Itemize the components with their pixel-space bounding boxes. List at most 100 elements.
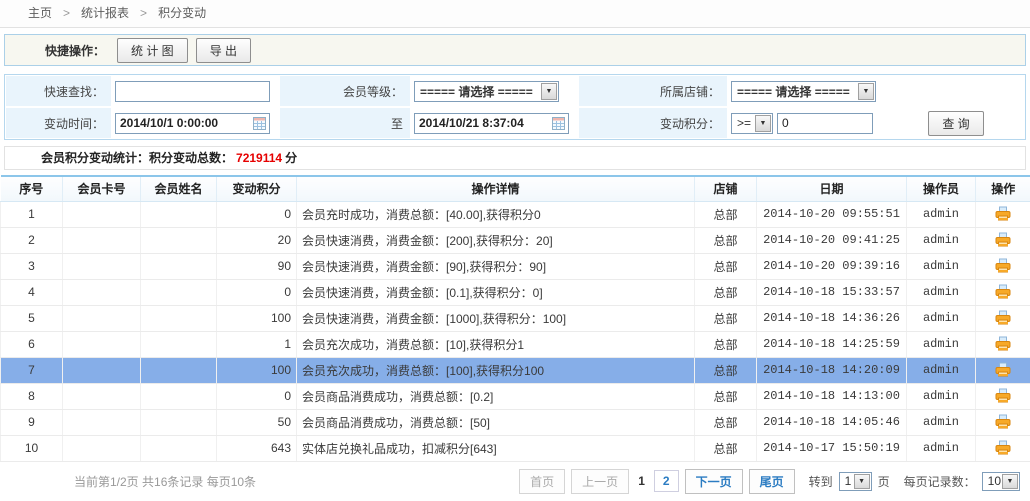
table-row[interactable]: 10643实体店兑换礼品成功，扣减积分[643]总部2014-10-17 15:… — [1, 435, 1030, 461]
cell-operator: admin — [907, 305, 976, 331]
cell-store: 总部 — [695, 227, 757, 253]
cell-member-name — [141, 383, 217, 409]
cell-store: 总部 — [695, 331, 757, 357]
breadcrumb-current: 积分变动 — [158, 6, 206, 20]
print-icon[interactable] — [995, 206, 1011, 222]
header-index: 序号 — [1, 176, 63, 201]
cell-member-card — [63, 201, 141, 227]
calendar-icon[interactable] — [552, 117, 565, 130]
print-icon[interactable] — [995, 362, 1011, 378]
cell-operator: admin — [907, 383, 976, 409]
header-points-change: 变动积分 — [217, 176, 297, 201]
points-value-input[interactable] — [777, 113, 873, 134]
table-row[interactable]: 7100会员充次成功，消费总额：[100],获得积分100总部2014-10-1… — [1, 357, 1030, 383]
cell-operation-detail: 会员充时成功，消费总额：[40.00],获得积分0 — [297, 201, 695, 227]
cell-member-card — [63, 305, 141, 331]
last-page-button[interactable]: 尾页 — [749, 469, 795, 494]
table-row[interactable]: 390会员快速消费，消费金额：[90],获得积分：90]总部2014-10-20… — [1, 253, 1030, 279]
cell-operator: admin — [907, 227, 976, 253]
member-level-label: 会员等级： — [280, 76, 410, 106]
chevron-down-icon: ▼ — [858, 83, 874, 100]
calendar-icon[interactable] — [253, 117, 266, 130]
cell-date: 2014-10-20 09:41:25 — [757, 227, 907, 253]
member-level-select[interactable]: ===== 请选择 ===== ▼ — [414, 81, 559, 102]
table-row[interactable]: 10会员充时成功，消费总额：[40.00],获得积分0总部2014-10-20 … — [1, 201, 1030, 227]
table-row[interactable]: 40会员快速消费，消费金额：[0.1],获得积分：0]总部2014-10-18 … — [1, 279, 1030, 305]
print-icon[interactable] — [995, 258, 1011, 274]
header-date: 日期 — [757, 176, 907, 201]
time-from-input[interactable] — [115, 113, 270, 134]
cell-date: 2014-10-20 09:39:16 — [757, 253, 907, 279]
cell-points-change: 0 — [217, 279, 297, 305]
cell-member-name — [141, 201, 217, 227]
points-change-label: 变动积分： — [579, 108, 727, 138]
table-row[interactable]: 220会员快速消费，消费金额：[200],获得积分：20]总部2014-10-2… — [1, 227, 1030, 253]
cell-operator: admin — [907, 279, 976, 305]
cell-date: 2014-10-18 14:20:09 — [757, 357, 907, 383]
time-to-label: 至 — [280, 108, 410, 138]
print-icon[interactable] — [995, 336, 1011, 352]
cell-store: 总部 — [695, 383, 757, 409]
points-operator-select[interactable]: >= ▼ — [731, 113, 773, 134]
store-select[interactable]: ===== 请选择 ===== ▼ — [731, 81, 876, 102]
cell-date: 2014-10-20 09:55:51 — [757, 201, 907, 227]
print-icon[interactable] — [995, 440, 1011, 456]
prev-page-button[interactable]: 上一页 — [571, 469, 629, 494]
header-store: 店铺 — [695, 176, 757, 201]
cell-member-card — [63, 253, 141, 279]
cell-operator: admin — [907, 357, 976, 383]
goto-page-value: 1 — [845, 474, 852, 488]
cell-index: 4 — [1, 279, 63, 305]
print-icon[interactable] — [995, 232, 1011, 248]
print-icon[interactable] — [995, 388, 1011, 404]
time-to-input[interactable] — [414, 113, 569, 134]
cell-operation-detail: 会员快速消费，消费金额：[200],获得积分：20] — [297, 227, 695, 253]
cell-member-card — [63, 357, 141, 383]
print-icon[interactable] — [995, 414, 1011, 430]
print-icon[interactable] — [995, 310, 1011, 326]
page-size-label: 每页记录数： — [904, 473, 976, 490]
cell-member-card — [63, 435, 141, 461]
breadcrumb-reports[interactable]: 统计报表 — [81, 6, 129, 20]
cell-member-card — [63, 409, 141, 435]
page-size-value: 10 — [988, 474, 1001, 488]
cell-date: 2014-10-18 14:13:00 — [757, 383, 907, 409]
page-size-select[interactable]: 10 ▼ — [982, 472, 1020, 491]
quick-search-input[interactable] — [115, 81, 270, 102]
next-page-button[interactable]: 下一页 — [685, 469, 743, 494]
cell-points-change: 1 — [217, 331, 297, 357]
export-button[interactable]: 导 出 — [196, 38, 251, 63]
table-body: 10会员充时成功，消费总额：[40.00],获得积分0总部2014-10-20 … — [1, 201, 1030, 461]
time-range-label: 变动时间： — [6, 108, 111, 138]
page-number-2[interactable]: 2 — [654, 470, 679, 492]
cell-action — [976, 279, 1030, 305]
goto-suffix: 页 — [878, 473, 890, 490]
table-header-row: 序号 会员卡号 会员姓名 变动积分 操作详情 店铺 日期 操作员 操作 — [1, 176, 1030, 201]
search-button[interactable]: 查 询 — [928, 111, 983, 136]
table-row[interactable]: 950会员商品消费成功，消费总额：[50]总部2014-10-18 14:05:… — [1, 409, 1030, 435]
cell-index: 9 — [1, 409, 63, 435]
print-icon[interactable] — [995, 284, 1011, 300]
cell-points-change: 90 — [217, 253, 297, 279]
cell-member-card — [63, 383, 141, 409]
breadcrumb-home[interactable]: 主页 — [28, 6, 52, 20]
table-row[interactable]: 5100会员快速消费，消费金额：[1000],获得积分：100]总部2014-1… — [1, 305, 1030, 331]
cell-store: 总部 — [695, 435, 757, 461]
table-row[interactable]: 61会员充次成功，消费总额：[10],获得积分1总部2014-10-18 14:… — [1, 331, 1030, 357]
cell-member-name — [141, 279, 217, 305]
goto-page-select[interactable]: 1 ▼ — [839, 472, 872, 491]
cell-index: 6 — [1, 331, 63, 357]
statistics-chart-button[interactable]: 统 计 图 — [117, 38, 188, 63]
cell-points-change: 100 — [217, 305, 297, 331]
breadcrumb-separator: > — [140, 6, 147, 20]
cell-index: 7 — [1, 357, 63, 383]
table-row[interactable]: 80会员商品消费成功，消费总额：[0.2]总部2014-10-18 14:13:… — [1, 383, 1030, 409]
store-selected-value: ===== 请选择 ===== — [737, 83, 850, 100]
points-change-table: 序号 会员卡号 会员姓名 变动积分 操作详情 店铺 日期 操作员 操作 10会员… — [0, 175, 1030, 462]
cell-index: 3 — [1, 253, 63, 279]
cell-operation-detail: 会员充次成功，消费总额：[10],获得积分1 — [297, 331, 695, 357]
cell-index: 1 — [1, 201, 63, 227]
chevron-down-icon: ▼ — [755, 115, 771, 132]
header-member-card: 会员卡号 — [63, 176, 141, 201]
first-page-button[interactable]: 首页 — [519, 469, 565, 494]
